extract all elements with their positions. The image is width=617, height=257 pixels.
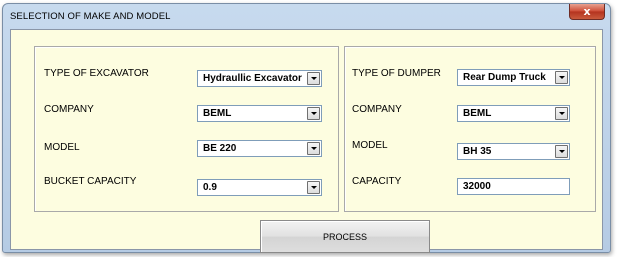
- dumper-model-value: BH 35: [463, 146, 492, 157]
- dialog-window: SELECTION OF MAKE AND MODEL x TYPE OF EX…: [2, 3, 611, 253]
- excavator-type-value: Hydraullic Excavator: [203, 73, 302, 84]
- bucket-capacity-dropdown[interactable]: 0.9: [197, 179, 322, 196]
- dialog-body: TYPE OF EXCAVATOR Hydraullic Excavator C…: [10, 29, 603, 253]
- chevron-down-icon[interactable]: [307, 72, 320, 85]
- dumper-type-value: Rear Dump Truck: [463, 72, 546, 83]
- dumper-capacity-value: 32000: [463, 181, 491, 192]
- excavator-model-label: MODEL: [44, 142, 80, 153]
- excavator-type-dropdown[interactable]: Hydraullic Excavator: [197, 70, 322, 87]
- dumper-model-dropdown[interactable]: BH 35: [457, 143, 570, 160]
- excavator-group: TYPE OF EXCAVATOR Hydraullic Excavator C…: [34, 46, 339, 212]
- chevron-down-icon[interactable]: [307, 181, 320, 194]
- excavator-model-value: BE 220: [203, 143, 237, 154]
- process-button[interactable]: PROCESS: [260, 220, 430, 253]
- excavator-company-dropdown[interactable]: BEML: [197, 105, 322, 122]
- excavator-type-label: TYPE OF EXCAVATOR: [44, 68, 149, 79]
- chevron-down-icon[interactable]: [555, 145, 568, 158]
- excavator-model-dropdown[interactable]: BE 220: [197, 140, 322, 157]
- excavator-company-label: COMPANY: [44, 104, 94, 115]
- dumper-type-label: TYPE OF DUMPER: [352, 68, 441, 79]
- process-button-label: PROCESS: [322, 232, 367, 242]
- chevron-down-icon[interactable]: [555, 107, 568, 120]
- dumper-type-dropdown[interactable]: Rear Dump Truck: [457, 69, 570, 86]
- close-button[interactable]: x: [569, 4, 605, 20]
- dumper-company-dropdown[interactable]: BEML: [457, 105, 570, 122]
- dumper-group: TYPE OF DUMPER Rear Dump Truck COMPANY B…: [344, 46, 596, 212]
- dumper-capacity-label: CAPACITY: [352, 176, 402, 187]
- dumper-capacity-field[interactable]: 32000: [457, 178, 570, 195]
- title-bar[interactable]: SELECTION OF MAKE AND MODEL x: [3, 4, 610, 29]
- window-title: SELECTION OF MAKE AND MODEL: [10, 11, 171, 22]
- chevron-down-icon[interactable]: [307, 107, 320, 120]
- bucket-capacity-label: BUCKET CAPACITY: [44, 176, 137, 187]
- bucket-capacity-value: 0.9: [203, 182, 217, 193]
- dumper-model-label: MODEL: [352, 140, 388, 151]
- dumper-company-value: BEML: [463, 108, 492, 119]
- close-icon: x: [583, 5, 591, 18]
- chevron-down-icon[interactable]: [555, 71, 568, 84]
- excavator-company-value: BEML: [203, 108, 232, 119]
- chevron-down-icon[interactable]: [307, 142, 320, 155]
- dumper-company-label: COMPANY: [352, 104, 402, 115]
